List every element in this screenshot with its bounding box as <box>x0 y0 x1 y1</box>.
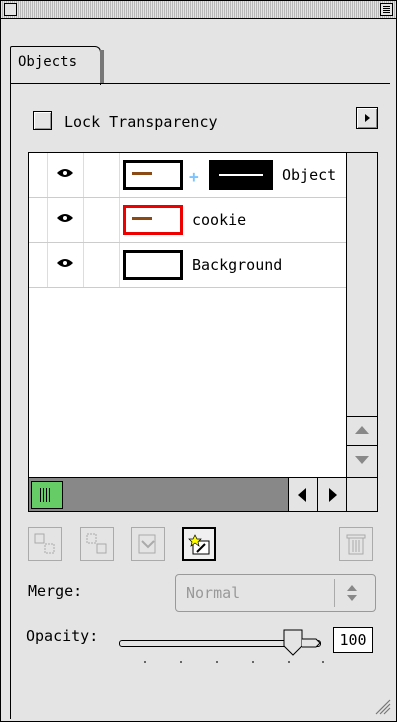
merge-down-button[interactable] <box>131 527 165 561</box>
edit-column[interactable] <box>83 153 120 197</box>
row-gutter <box>29 198 48 242</box>
mask-thumbnail[interactable] <box>209 160 273 190</box>
edit-column[interactable] <box>83 243 120 287</box>
link-icon[interactable]: + <box>189 167 199 186</box>
thumbnail-content <box>132 217 152 220</box>
merge-label: Merge: <box>28 582 83 600</box>
visibility-toggle[interactable] <box>47 243 84 287</box>
list-item[interactable]: + Object <box>29 153 346 198</box>
lock-transparency-checkbox[interactable] <box>33 111 52 130</box>
horizontal-scrollbar[interactable] <box>29 477 346 511</box>
eye-icon <box>57 169 73 177</box>
object-name: Object <box>282 166 337 184</box>
eye-icon <box>57 214 73 222</box>
new-object-button[interactable] <box>182 527 216 561</box>
row-gutter <box>29 243 48 287</box>
slider-ticks <box>144 661 324 663</box>
tab-shadow <box>100 50 104 83</box>
lock-transparency-label: Lock Transparency <box>64 113 218 131</box>
trash-icon <box>346 534 366 555</box>
merge-mode-value: Normal <box>186 584 241 602</box>
object-name: cookie <box>192 211 247 229</box>
edit-column[interactable] <box>83 198 120 242</box>
scroll-left-icon[interactable] <box>288 478 317 511</box>
list-item[interactable]: cookie <box>29 198 346 243</box>
object-thumbnail[interactable] <box>123 250 183 280</box>
object-name: Background <box>192 256 283 274</box>
tab-objects[interactable]: Objects <box>10 46 101 85</box>
chevron-updown-icon <box>347 585 357 601</box>
scroll-right-icon[interactable] <box>317 478 346 511</box>
zoom-box-icon[interactable] <box>380 3 393 16</box>
vertical-scrollbar[interactable] <box>346 153 377 477</box>
visibility-toggle[interactable] <box>47 198 84 242</box>
tab-objects-label: Objects <box>18 54 78 70</box>
grow-box-icon[interactable] <box>370 694 392 716</box>
ungroup-button[interactable] <box>80 527 114 561</box>
ungroup-icon <box>86 533 107 554</box>
visibility-toggle[interactable] <box>47 153 84 197</box>
group-icon <box>34 533 55 554</box>
merge-down-icon <box>138 534 156 554</box>
object-thumbnail[interactable] <box>123 160 183 190</box>
scroll-corner <box>346 477 377 511</box>
row-gutter <box>29 153 48 197</box>
scroll-thumb[interactable] <box>31 481 63 509</box>
close-box-icon[interactable] <box>4 3 17 16</box>
opacity-slider-knob[interactable] <box>282 628 322 658</box>
title-bar[interactable] <box>1 1 396 19</box>
scroll-down-icon[interactable] <box>347 445 377 474</box>
select-divider <box>334 579 335 607</box>
eye-icon <box>57 259 73 267</box>
opacity-label: Opacity: <box>26 627 99 645</box>
new-object-icon <box>188 534 210 555</box>
object-thumbnail[interactable] <box>123 205 183 235</box>
trash-button[interactable] <box>339 527 373 561</box>
merge-mode-select[interactable]: Normal <box>175 574 376 612</box>
thumbnail-content <box>132 172 152 175</box>
panel-menu-icon[interactable] <box>356 107 378 129</box>
objects-list: + Object cookie Background <box>28 152 378 512</box>
group-button[interactable] <box>28 527 62 561</box>
opacity-value-field[interactable]: 100 <box>333 627 373 653</box>
scroll-up-icon[interactable] <box>347 416 377 445</box>
list-item[interactable]: Background <box>29 243 346 288</box>
